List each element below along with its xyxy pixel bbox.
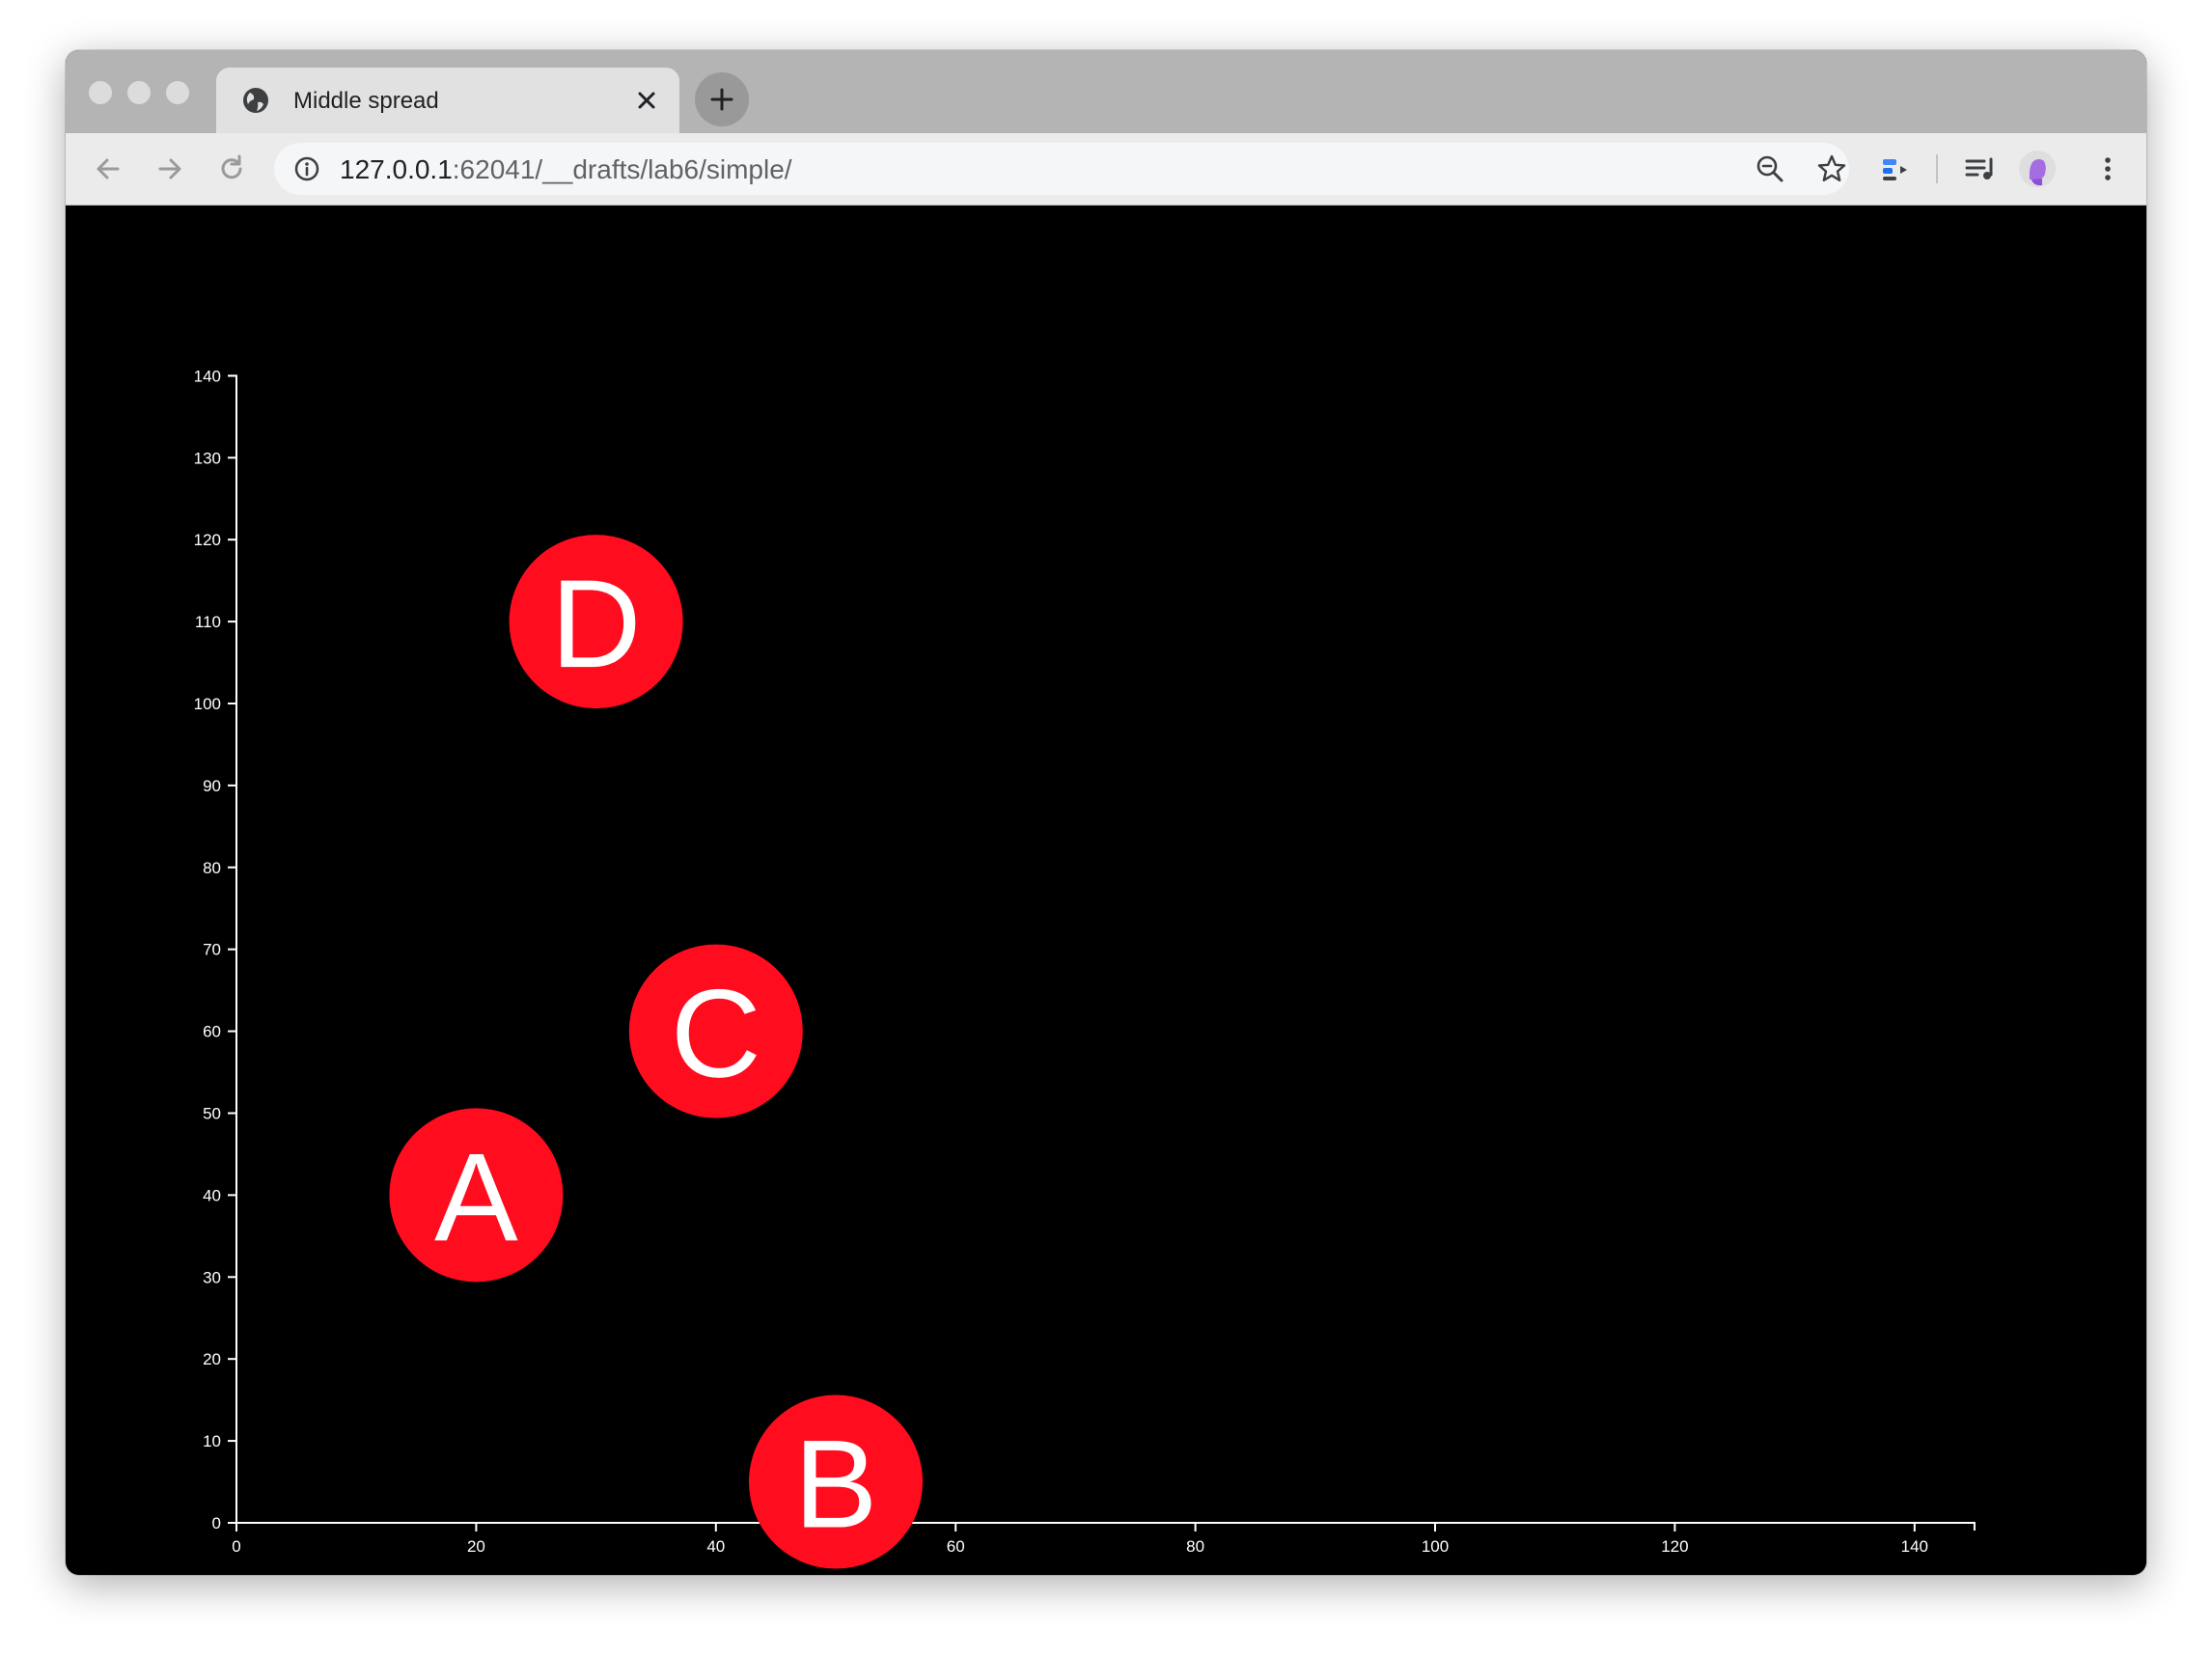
- profile-icon: [2029, 159, 2046, 186]
- reload-icon[interactable]: [214, 152, 249, 186]
- y-tick-label: 120: [194, 531, 221, 549]
- y-tick-label: 80: [203, 859, 221, 877]
- zoom-window-button[interactable]: [166, 81, 189, 104]
- x-tick-label: 40: [706, 1537, 725, 1556]
- x-tick-label: 20: [467, 1537, 485, 1556]
- chart-axes: 0 20 40 60 80 100 120 140 0 10 20 30 40 50 60 70 80 90 100…: [194, 367, 1976, 1556]
- url-path: :62041/__drafts/lab6/simple/: [452, 154, 792, 184]
- arrow-left-icon[interactable]: [91, 152, 125, 186]
- media-queue-icon[interactable]: [1963, 152, 1998, 186]
- point-b-label: B: [794, 1414, 878, 1555]
- x-tick-label: 80: [1186, 1537, 1204, 1556]
- browser-window: Middle spread 127.0.0.1:62041/__drafts/l…: [66, 50, 2146, 1575]
- y-tick-label: 20: [203, 1350, 221, 1368]
- y-tick-label: 0: [212, 1514, 221, 1532]
- y-tick-label: 70: [203, 941, 221, 959]
- y-tick-label: 10: [203, 1432, 221, 1450]
- x-tick-label: 100: [1422, 1537, 1449, 1556]
- star-icon[interactable]: [1816, 153, 1847, 184]
- close-tab-icon[interactable]: [633, 87, 660, 114]
- y-tick-label: 60: [203, 1023, 221, 1041]
- minimize-window-button[interactable]: [127, 81, 151, 104]
- tab-strip: Middle spread: [66, 50, 2146, 133]
- point-c-label: C: [671, 963, 761, 1104]
- tab-title: Middle spread: [293, 88, 439, 114]
- address-bar[interactable]: 127.0.0.1:62041/__drafts/lab6/simple/: [274, 143, 1849, 195]
- toolbar: 127.0.0.1:62041/__drafts/lab6/simple/: [66, 133, 2146, 206]
- arrow-right-icon[interactable]: [152, 152, 187, 186]
- tab-middle-spread[interactable]: Middle spread: [216, 68, 679, 133]
- toolbar-separator: [1936, 154, 1938, 183]
- x-tick-label: 0: [232, 1537, 240, 1556]
- point-d-label: D: [551, 553, 642, 694]
- extension-icon[interactable]: [1878, 152, 1913, 186]
- url-host: 127.0.0.1: [340, 154, 453, 184]
- new-tab-button[interactable]: [695, 72, 749, 126]
- globe-icon: [243, 88, 268, 113]
- x-tick-label: 60: [947, 1537, 965, 1556]
- url-text: 127.0.0.1:62041/__drafts/lab6/simple/: [340, 154, 792, 185]
- x-axis-line: [235, 1522, 1976, 1531]
- chart-points: A B C D: [389, 535, 923, 1569]
- point-a-label: A: [434, 1126, 518, 1267]
- x-tick-label: 120: [1661, 1537, 1688, 1556]
- avatar[interactable]: [2019, 151, 2056, 187]
- scatter-chart: 0 20 40 60 80 100 120 140 0 10 20 30 40 50 60 70 80 90 100…: [194, 367, 1976, 1569]
- zoom-out-icon[interactable]: [1755, 153, 1785, 184]
- y-tick-label: 110: [195, 613, 221, 631]
- y-tick-label: 100: [194, 695, 221, 713]
- x-tick-label: 140: [1901, 1537, 1928, 1556]
- info-icon[interactable]: [293, 155, 320, 182]
- y-tick-label: 130: [194, 449, 221, 467]
- y-tick-label: 50: [203, 1105, 221, 1123]
- y-tick-label: 140: [194, 367, 221, 385]
- y-tick-label: 40: [203, 1186, 221, 1204]
- y-tick-label: 90: [203, 777, 221, 795]
- page-content: 0 20 40 60 80 100 120 140 0 10 20 30 40 50 60 70 80 90 100…: [66, 206, 2146, 1575]
- kebab-menu-icon[interactable]: [2090, 152, 2125, 186]
- close-window-button[interactable]: [89, 81, 112, 104]
- plus-icon: [710, 88, 733, 111]
- y-tick-label: 30: [203, 1268, 221, 1286]
